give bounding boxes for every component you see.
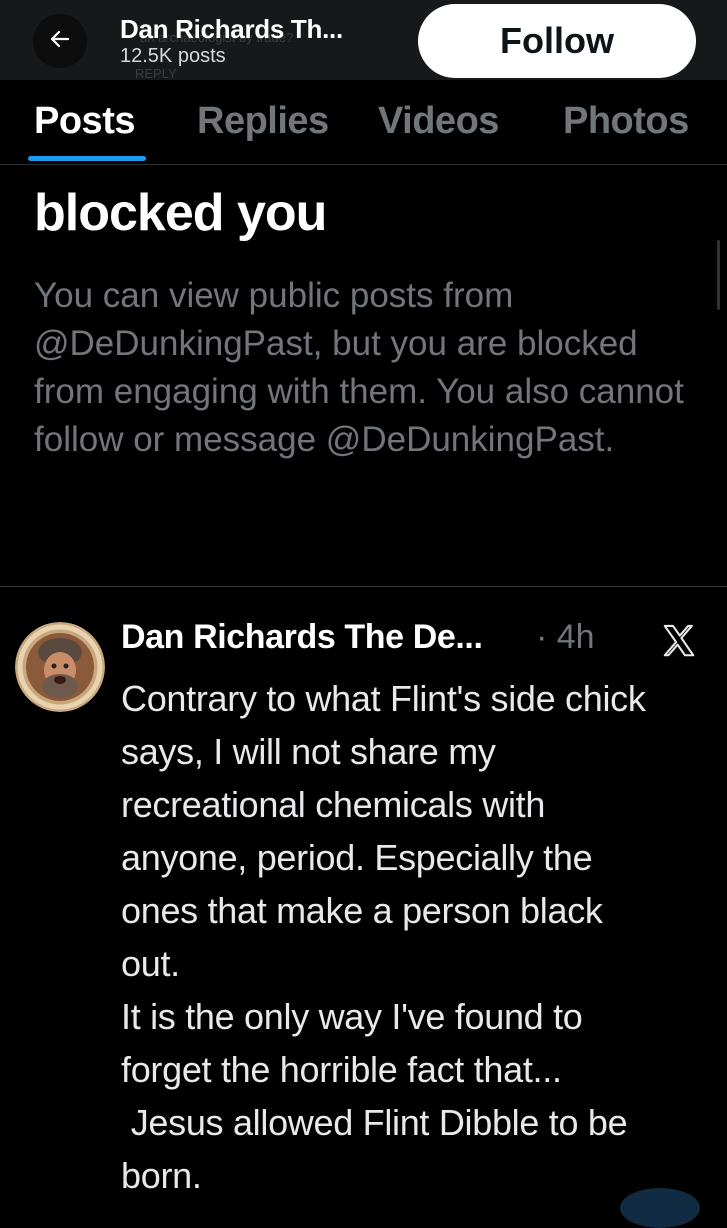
active-tab-indicator <box>28 156 146 161</box>
floating-button-edge[interactable] <box>620 1188 700 1228</box>
post-text-line: Jesus allowed Flint Dibble to be <box>121 1102 628 1143</box>
posts-count: 12.5K posts <box>120 45 226 67</box>
scrollbar[interactable] <box>717 240 720 310</box>
arrow-left-icon <box>48 27 72 56</box>
post-text-line: It is the only way I've found to <box>121 996 583 1037</box>
post-text: Contrary to what Flint's side chick says… <box>121 672 721 1202</box>
blocked-message: You can view public posts from @DeDunkin… <box>34 276 684 459</box>
blocked-title: blocked you <box>34 184 327 242</box>
post-text-line: anyone, period. Especially the <box>121 837 593 878</box>
post-text-line: forget the horrible fact that... <box>121 1049 562 1090</box>
tab-posts[interactable]: Posts <box>34 100 135 143</box>
profile-name: Dan Richards Th... <box>120 14 343 44</box>
tab-photos[interactable]: Photos <box>563 100 689 143</box>
post-text-line: recreational chemicals with <box>121 784 546 825</box>
post-text-line: Contrary to what Flint's side chick <box>121 678 646 719</box>
follow-button[interactable]: Follow <box>418 4 696 78</box>
divider <box>0 586 727 587</box>
post-text-line: says, I will not share my <box>121 731 496 772</box>
post-timestamp[interactable]: · 4h <box>536 618 595 657</box>
profile-tabs: Posts Replies Videos Photos <box>0 80 727 165</box>
avatar[interactable] <box>15 622 105 712</box>
back-button[interactable] <box>33 14 87 68</box>
x-logo-icon <box>660 622 698 660</box>
ghost-text: REPLY <box>135 66 177 81</box>
post-author[interactable]: Dan Richards The De... <box>121 618 483 657</box>
profile-header: an archaeologist by trade? REPLY Dan Ric… <box>0 0 727 81</box>
post-text-line: ones that make a person black <box>121 890 603 931</box>
tab-replies[interactable]: Replies <box>197 100 329 143</box>
post-text-line: out. <box>121 943 180 984</box>
tab-videos[interactable]: Videos <box>378 100 499 143</box>
